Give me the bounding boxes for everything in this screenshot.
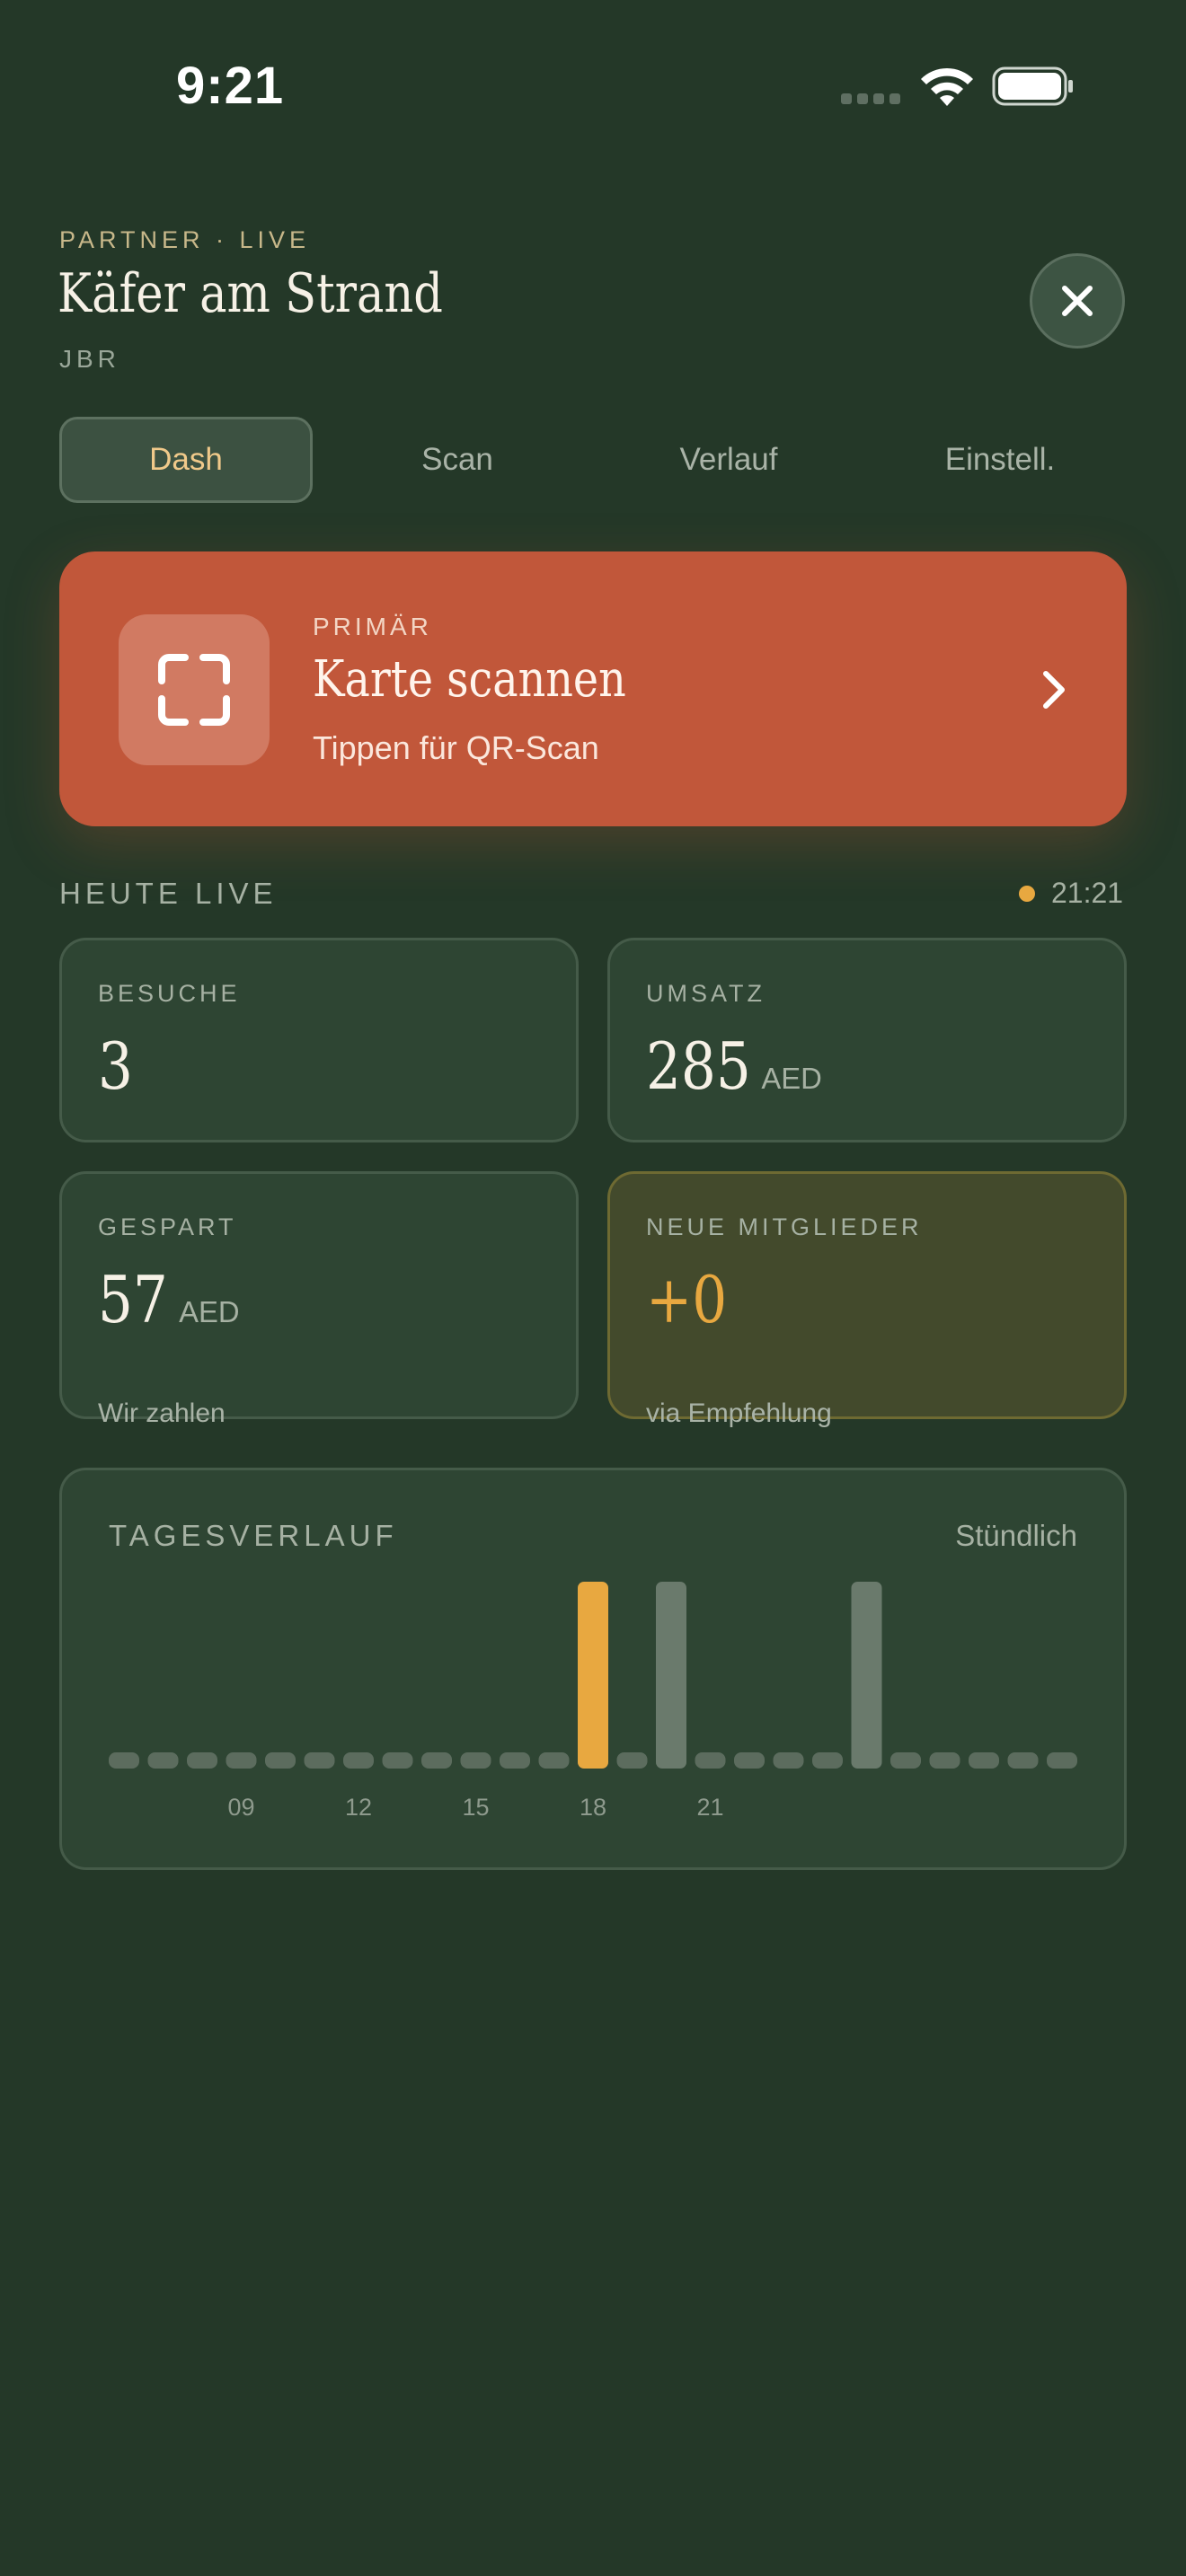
tab-bar: Dash Scan Verlauf Einstell. <box>59 417 1127 503</box>
chart-tick-label: 21 <box>696 1794 723 1821</box>
chart-bar <box>500 1752 530 1769</box>
chart-bar <box>1007 1752 1039 1769</box>
stat-card-revenue: UMSATZ 285 AED <box>607 938 1127 1142</box>
scan-card-button[interactable]: PRIMÄR Karte scannen Tippen für QR-Scan <box>59 551 1127 826</box>
hourly-chart-card: TAGESVERLAUF Stündlich 09 12 15 18 21 <box>59 1468 1127 1870</box>
tab-scan[interactable]: Scan <box>331 417 584 503</box>
tab-settings[interactable]: Einstell. <box>873 417 1127 503</box>
stat-unit: AED <box>761 1062 823 1095</box>
chart-bar <box>929 1752 960 1769</box>
chart-bar <box>890 1752 921 1769</box>
chart-bar <box>851 1582 882 1769</box>
chart-bar <box>460 1752 491 1769</box>
chart-bar <box>226 1752 257 1769</box>
stat-card-new-members: NEUE MITGLIEDER +0 via Empfehlung <box>607 1171 1127 1428</box>
chart-bar <box>812 1752 843 1769</box>
scan-card-subtitle: Tippen für QR-Scan <box>313 729 599 766</box>
chart-bar <box>773 1752 804 1769</box>
scan-card-eyebrow: PRIMÄR <box>313 613 432 640</box>
cellular-signal-icon <box>841 93 904 106</box>
chart-bar <box>695 1752 726 1769</box>
stat-card-saved: GESPART 57 AED Wir zahlen <box>59 1171 579 1428</box>
stat-value: 3 <box>98 1028 133 1104</box>
header-eyebrow: PARTNER · LIVE <box>59 226 311 253</box>
chart-bar <box>969 1752 999 1769</box>
chart-bar <box>578 1582 608 1769</box>
chart-bar <box>538 1752 570 1769</box>
chart-bar <box>265 1752 296 1769</box>
chart-bar <box>109 1752 139 1769</box>
qr-scan-frame-icon <box>158 654 230 726</box>
location-label: JBR <box>59 345 120 373</box>
chart-bar <box>734 1752 765 1769</box>
stat-card-visits: BESUCHE 3 <box>59 938 579 1142</box>
hourly-bar-chart: 09 12 15 18 21 <box>109 1582 1077 1821</box>
chart-bar <box>382 1752 413 1769</box>
chart-bar <box>1047 1752 1077 1769</box>
stat-value: 57 AED <box>98 1262 240 1337</box>
chart-bar <box>616 1752 648 1769</box>
scan-card-title: Karte scannen <box>313 650 626 709</box>
chart-bar <box>187 1752 217 1769</box>
stat-note: Wir zahlen <box>98 1398 226 1428</box>
chart-tick-label: 12 <box>345 1794 372 1821</box>
stat-label: GESPART <box>98 1213 237 1240</box>
chevron-right-icon <box>1043 671 1065 709</box>
chart-bar <box>147 1752 179 1769</box>
close-icon <box>1062 286 1093 316</box>
chart-bar <box>304 1752 335 1769</box>
stat-value: 285 AED <box>646 1028 823 1104</box>
stat-label: NEUE MITGLIEDER <box>646 1213 923 1240</box>
tab-verlauf[interactable]: Verlauf <box>602 417 855 503</box>
battery-icon <box>992 66 1073 106</box>
chart-bar <box>421 1752 452 1769</box>
chart-bar <box>343 1752 374 1769</box>
stat-label: UMSATZ <box>646 980 766 1007</box>
chart-bar <box>656 1582 686 1769</box>
live-time: 21:21 <box>1051 877 1124 909</box>
section-title-today: HEUTE LIVE <box>59 877 278 910</box>
scan-icon-tile <box>119 614 270 765</box>
stat-value: +0 <box>646 1262 728 1337</box>
page-title: Käfer am Strand <box>58 262 443 325</box>
stat-unit: AED <box>178 1295 240 1328</box>
chart-tick-label: 15 <box>462 1794 489 1821</box>
chart-tick-label: 09 <box>227 1794 254 1821</box>
wifi-icon <box>921 67 973 106</box>
status-time: 9:21 <box>176 57 285 115</box>
close-button[interactable] <box>1030 253 1125 348</box>
stat-label: BESUCHE <box>98 980 241 1007</box>
stat-note: via Empfehlung <box>646 1398 832 1428</box>
tab-dash[interactable]: Dash <box>59 417 313 503</box>
live-indicator-dot <box>1019 886 1035 902</box>
chart-tick-label: 18 <box>580 1794 606 1821</box>
